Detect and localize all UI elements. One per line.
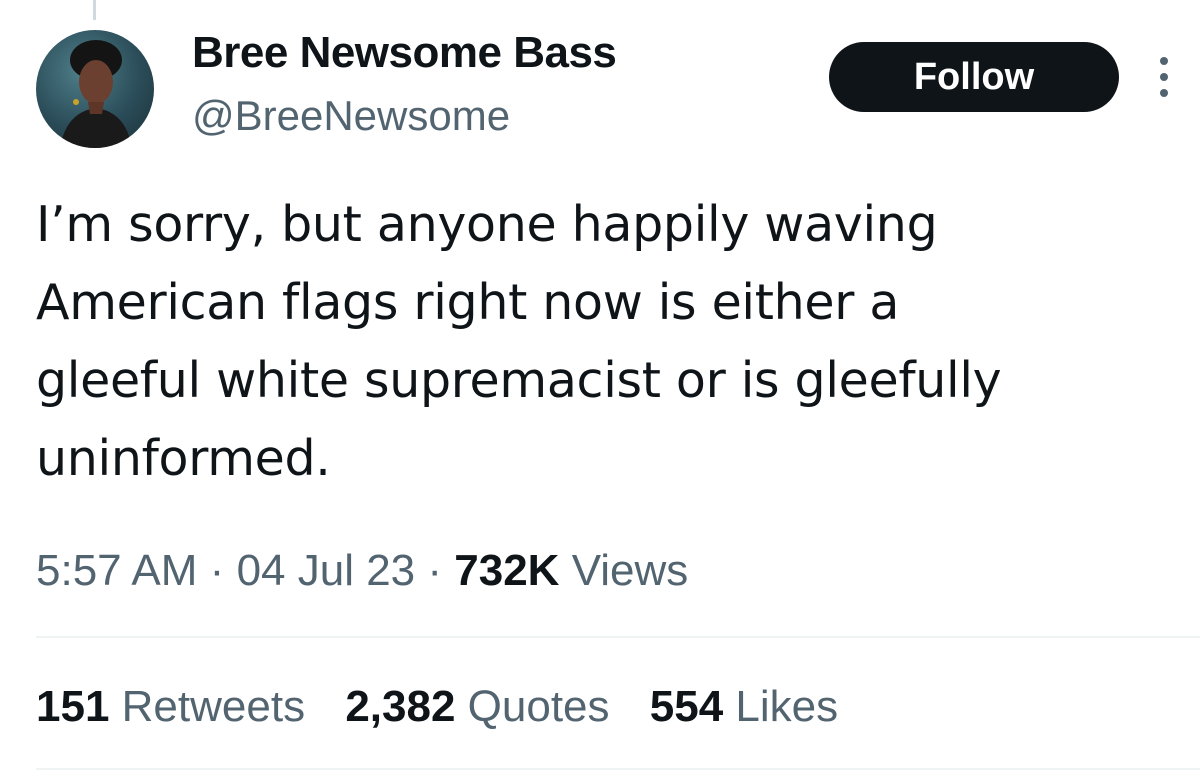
author-handle[interactable]: @BreeNewsome [192, 92, 510, 140]
author-display-name[interactable]: Bree Newsome Bass [192, 28, 617, 78]
follow-button[interactable]: Follow [829, 42, 1119, 112]
quotes-label: Quotes [467, 682, 610, 731]
views-label: Views [571, 546, 689, 595]
quotes-stat[interactable]: 2,382 Quotes [345, 682, 609, 732]
views-count: 732K [454, 546, 560, 595]
retweets-count: 151 [36, 682, 110, 731]
meta-separator: · [209, 546, 225, 595]
meta-separator: · [427, 546, 443, 595]
retweets-label: Retweets [121, 682, 306, 731]
tweet-metadata: 5:57 AM · 04 Jul 23 · 732K Views [36, 546, 688, 596]
tweet-text: I’m sorry, but anyone happily waving Ame… [36, 196, 1002, 487]
tweet-time[interactable]: 5:57 AM [36, 546, 197, 595]
tweet-date[interactable]: 04 Jul 23 [237, 546, 416, 595]
avatar[interactable] [36, 30, 154, 148]
tweet-stats: 151 Retweets 2,382 Quotes 554 Likes [36, 682, 866, 732]
quotes-count: 2,382 [345, 682, 456, 731]
divider [36, 636, 1200, 638]
thread-connector-line [93, 0, 96, 20]
likes-label: Likes [735, 682, 839, 731]
more-vertical-icon[interactable] [1152, 55, 1176, 99]
likes-count: 554 [649, 682, 724, 731]
avatar-portrait [60, 40, 132, 148]
divider [36, 768, 1200, 770]
likes-stat[interactable]: 554 Likes [650, 682, 838, 732]
retweets-stat[interactable]: 151 Retweets [36, 682, 305, 732]
